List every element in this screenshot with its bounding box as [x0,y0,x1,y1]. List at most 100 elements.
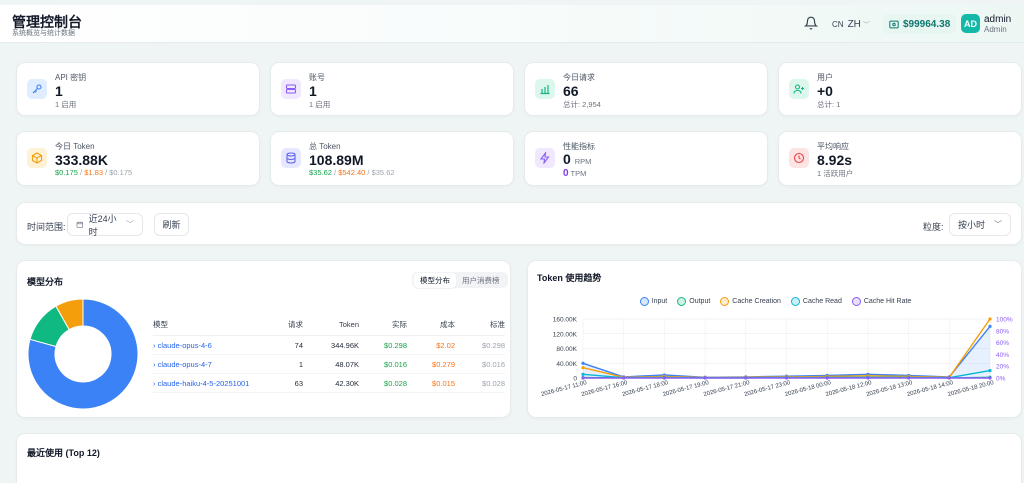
data-point [622,376,626,380]
x-tick-label: 2026-05-17 23:00 [744,380,792,398]
y-tick-label-right: 100% [996,317,1013,324]
balance-amount: $99964.38 [903,18,951,30]
stat-value-rpm: 0 RPM [563,151,591,167]
requests-cell: 63 [273,373,303,393]
cost: $1.83 [84,168,103,177]
data-point [907,374,911,379]
key-icon-box [27,79,47,99]
table-row[interactable]: › claude-opus-4-6 74 344.96K $0.298 $2.0… [153,335,505,355]
filter-bar: 时间范围: 近24小时 ﹀ 刷新 粒度: 按小时 ﹀ [16,202,1022,245]
balance-badge[interactable]: $99964.38 [883,14,957,34]
actual-cell: $0.298 [359,335,407,355]
legend-item[interactable]: Cache Hit Rate [851,297,911,306]
user-name[interactable]: admin [984,14,1011,25]
stat-label: 用户 [817,73,833,82]
stat-label: 今日请求 [563,73,595,82]
data-point [662,374,666,379]
data-point [866,376,870,380]
language-code: ZH [847,19,861,30]
data-point [703,376,707,380]
server-icon [285,84,297,94]
time-range-value: 近24小时 [88,213,117,237]
data-point [703,376,707,380]
token-cell: 42.30K [303,373,359,393]
data-point [907,373,911,378]
data-point [825,373,829,378]
x-tick-label: 2026-05-17 18:00 [622,380,670,398]
model-panel-tabs: 模型分布 用户消费榜 [412,272,508,288]
col-cost: 成本 [407,316,455,336]
stat-value-tpm: 0 TPM [563,168,586,179]
data-point [622,375,626,379]
cube-icon [31,152,43,164]
recent-usage-panel: 最近使用 (Top 12) [16,433,1022,483]
refresh-button[interactable]: 刷新 [154,213,189,236]
stat-sub: $0.175 / $1.83 / $0.175 [55,168,132,177]
stat-sub: 1 启用 [309,100,331,109]
clock-icon-box [789,148,809,168]
avatar[interactable]: AD [961,14,980,33]
legend-item[interactable]: Cache Read [790,297,842,306]
chevron-down-icon: ﹀ [994,220,1002,229]
data-point [784,376,789,380]
granularity-select[interactable]: 按小时 ﹀ [949,213,1011,236]
standard-cell: $0.028 [455,373,505,393]
stat-value: 108.89M [309,152,364,168]
language-selector[interactable]: CN ZH ﹀ [832,19,870,30]
legend-label: Input [651,298,668,305]
legend-item[interactable]: Input [639,297,668,306]
tab-user-spending[interactable]: 用户消费榜 [456,273,506,288]
data-point [907,376,911,380]
data-point [947,376,951,380]
table-row[interactable]: › claude-opus-4-7 1 48.07K $0.016 $0.279… [153,354,505,374]
data-point [866,376,870,380]
language-flag: CN [832,20,844,29]
model-name: claude-haiku-4-5-20251001 [157,378,250,388]
tab-model-distribution[interactable]: 模型分布 [414,272,456,288]
stat-sub: 1 启用 [55,100,77,109]
data-point [866,374,870,378]
data-point [744,375,748,379]
model-name-cell[interactable]: › claude-opus-4-6 [153,335,273,355]
bar-chart-icon [540,85,550,95]
panel-title: 最近使用 (Top 12) [27,448,100,458]
data-point [581,372,585,376]
granularity-value: 按小时 [958,220,986,230]
data-point [866,372,870,376]
data-point [988,369,992,373]
token-cell: 48.07K [303,354,359,374]
data-point [662,376,666,380]
legend-item[interactable]: Output [677,297,710,306]
data-point [744,376,748,380]
data-point [662,376,666,380]
cost: $542.40 [338,168,366,177]
stat-label: API 密钥 [55,73,87,82]
data-point [581,361,585,365]
series-line-output [582,376,991,379]
data-point [988,324,992,328]
legend-swatch [790,297,800,306]
model-table: 模型 请求 Token 实际 成本 标准 › claude-opus-4-6 7… [153,316,505,393]
tpm-unit: TPM [570,169,587,178]
data-point [662,373,666,377]
data-point [662,375,666,380]
col-token: Token [303,316,359,336]
page-subtitle: 系统概览与统计数据 [12,30,75,37]
data-point [866,375,870,379]
stat-sub: 总计: 2,954 [563,100,601,109]
model-name-cell[interactable]: › claude-opus-4-7 [153,354,273,374]
token-cell: 344.96K [303,335,359,355]
table-row[interactable]: › claude-haiku-4-5-20251001 63 42.30K $0… [153,373,505,393]
stat-card-accounts: 账号 1 1 启用 [270,62,514,116]
data-point [703,375,707,379]
data-point [703,376,707,380]
time-range-select[interactable]: 近24小时 ﹀ [67,213,143,237]
bell-icon[interactable] [804,16,818,30]
chevron-right-icon: › [153,359,156,369]
model-name-cell[interactable]: › claude-haiku-4-5-20251001 [153,373,273,393]
rpm-value: 0 [563,151,571,167]
legend-swatch [639,297,649,306]
stat-value: 8.92s [817,152,853,168]
data-point [988,375,992,379]
legend-item[interactable]: Cache Creation [720,297,781,306]
